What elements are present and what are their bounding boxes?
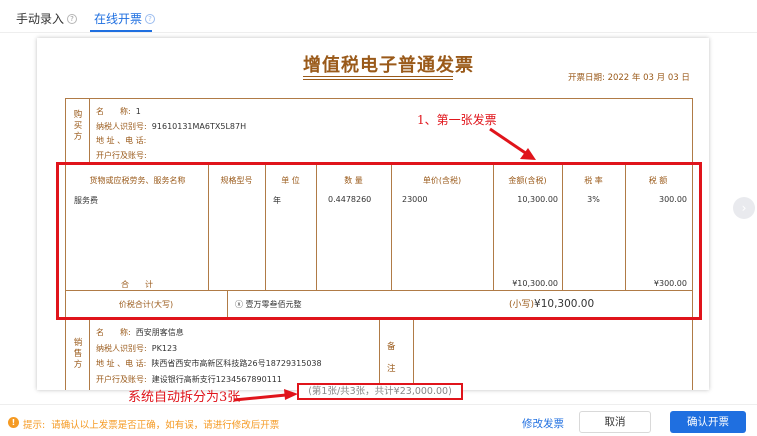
question-circle-icon: ?	[145, 13, 156, 24]
seller-info: 名 称: 西安朋客信息 纳税人识别号: PK123 地 址 、电 话: 陕西省西…	[96, 328, 322, 384]
remark-label: 注	[387, 364, 396, 374]
seller-address: 陕西省西安市高新区科技路26号18729315038	[151, 359, 322, 368]
invoice-title: 增值税电子普通发票	[303, 55, 474, 76]
seller-tax-id: PK123	[151, 343, 178, 353]
seller-bank: 建设银行高新支行1234567890111	[151, 374, 282, 384]
warning-icon: !	[8, 417, 19, 428]
tab-manual-entry[interactable]: 手动录入 ?	[16, 10, 78, 27]
buyer-side-label: 购买方	[73, 110, 83, 142]
footer-bar: ! 提示: 请确认以上发票是否正确，如有误，请进行修改后开票 修改发票 取消 确…	[0, 404, 757, 436]
seller-name: 西安朋客信息	[135, 328, 184, 337]
tab-online-invoicing[interactable]: 在线开票 ?	[94, 10, 156, 27]
question-circle-icon: ?	[67, 13, 78, 24]
tab-divider	[0, 32, 757, 33]
buyer-info: 名 称: 1 纳税人识别号: 91610131MA6TX5L87H 地 址 、电…	[96, 107, 247, 160]
next-invoice-button[interactable]: ›	[733, 197, 755, 219]
title-underline	[303, 76, 453, 77]
cancel-button[interactable]: 取消	[579, 411, 651, 433]
remark-label: 备	[387, 342, 396, 352]
buyer-tax-id: 91610131MA6TX5L87H	[151, 121, 247, 131]
title-underline	[303, 79, 453, 80]
issue-date-label: 开票日期:	[568, 73, 605, 83]
annotation-highlight-box	[56, 162, 702, 320]
tab-online-invoicing-label: 在线开票	[94, 12, 143, 26]
issue-date: 开票日期: 2022 年 03 月 03 日	[568, 71, 690, 83]
tab-manual-entry-label: 手动录入	[16, 12, 65, 26]
confirm-invoice-button[interactable]: 确认开票	[670, 411, 746, 433]
invoice-pager: (第1张/共3张，共计¥23,000.00)	[297, 383, 463, 400]
annotation-auto-split: 系统自动拆分为3张	[128, 390, 241, 405]
modify-invoice-button[interactable]: 修改发票	[522, 416, 564, 431]
buyer-name: 1	[135, 107, 141, 116]
annotation-arrow-icon	[489, 127, 536, 160]
footer-tip: 提示: 请确认以上发票是否正确，如有误，请进行修改后开票	[23, 417, 279, 431]
issue-date-value: 2022 年 03 月 03 日	[607, 73, 690, 83]
tip-label: 提示:	[23, 420, 46, 431]
chevron-right-icon: ›	[741, 201, 747, 215]
seller-side-label: 销售方	[73, 338, 83, 370]
tip-text: 请确认以上发票是否正确，如有误，请进行修改后开票	[51, 420, 280, 431]
